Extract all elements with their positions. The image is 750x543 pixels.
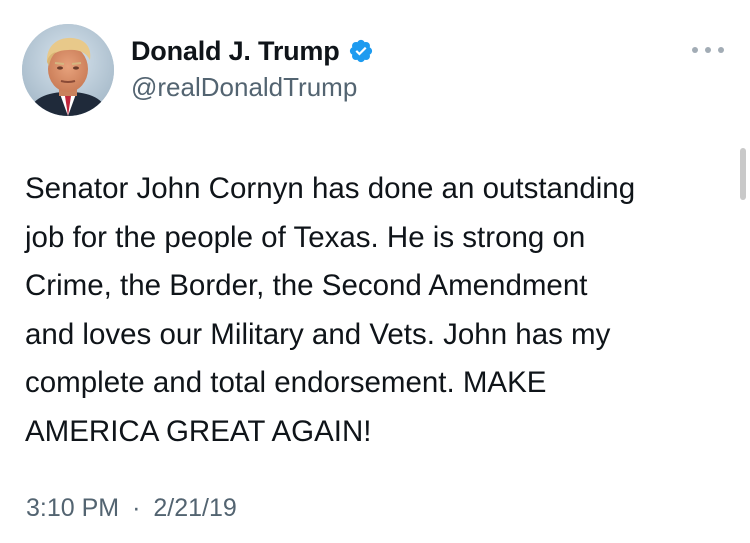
more-options-icon[interactable]: [692, 40, 724, 60]
dot-icon: [692, 47, 698, 53]
author-name-row: Donald J. Trump: [131, 34, 374, 68]
tweet-text: Senator John Cornyn has done an outstand…: [25, 172, 636, 448]
tweet-card: Donald J. Trump @realDonaldTrump Senator…: [0, 0, 750, 543]
display-name[interactable]: Donald J. Trump: [131, 36, 340, 67]
dot-icon: [705, 47, 711, 53]
scrollbar[interactable]: [740, 148, 746, 200]
tweet-time: 3:10 PM: [26, 494, 120, 522]
timestamp[interactable]: 3:10 PM · 2/21/19: [26, 494, 237, 523]
dot-icon: [718, 47, 724, 53]
avatar-image: [22, 24, 114, 116]
user-handle[interactable]: @realDonaldTrump: [131, 72, 357, 103]
avatar[interactable]: [22, 24, 114, 116]
tweet-date: 2/21/19: [153, 494, 237, 522]
timestamp-separator: ·: [132, 494, 141, 522]
verified-badge-icon: [348, 38, 374, 64]
